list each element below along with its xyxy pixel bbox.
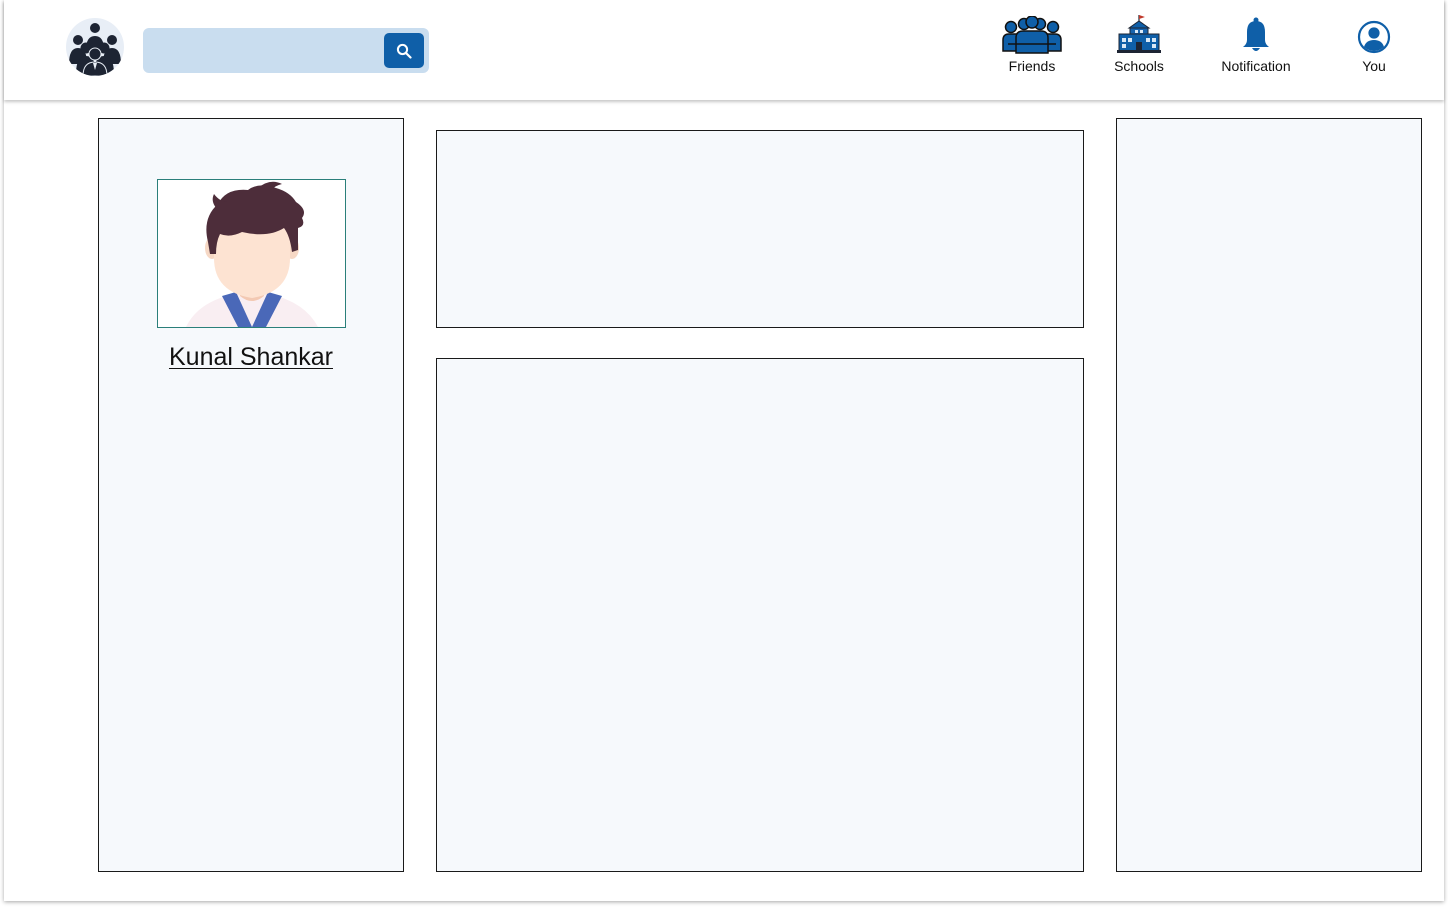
bell-icon [1239,12,1273,54]
search-input[interactable] [151,34,380,69]
school-building-icon [1116,12,1162,54]
profile-panel: Kunal Shankar [98,118,404,872]
right-sidebar-panel [1116,118,1422,872]
user-circle-icon [1357,12,1391,54]
top-navbar: Friends Schools Notification You [4,0,1444,100]
nav-friends[interactable]: Friends [994,12,1070,78]
feed-top-card [436,130,1084,328]
feed-main-card [436,358,1084,872]
profile-avatar[interactable] [157,179,346,328]
search-icon [396,43,412,59]
nav-friends-label: Friends [1008,58,1056,74]
profile-name-link[interactable]: Kunal Shankar [99,343,403,372]
nav-notification[interactable]: Notification [1209,12,1303,78]
nav-you-label: You [1362,58,1386,74]
friends-icon [1002,12,1062,54]
nav-you[interactable]: You [1344,12,1404,78]
search-button[interactable] [384,33,424,68]
nav-schools-label: Schools [1114,58,1164,74]
nav-schools[interactable]: Schools [1104,12,1174,78]
nav-notification-label: Notification [1221,58,1291,74]
app-logo-icon[interactable] [66,18,124,76]
app-window: Friends Schools Notification You Kunal S… [4,0,1444,901]
search-bar [143,28,429,73]
